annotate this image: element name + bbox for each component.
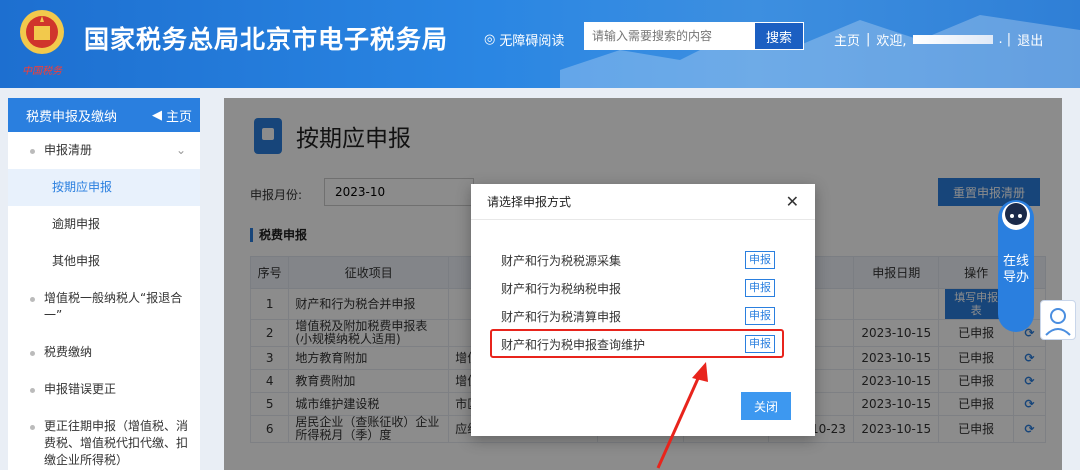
- sidebar-item-label: 更正往期申报（增值税、消费税、增值税代扣代缴、扣缴企业所得税）: [44, 419, 189, 467]
- user-service-icon[interactable]: [1040, 300, 1076, 340]
- sidebar-home-link[interactable]: ◀ 主页: [152, 106, 192, 125]
- welcome-text: 欢迎,: [876, 34, 907, 49]
- user-links: 主页 | 欢迎, . | 退出: [834, 30, 1043, 49]
- tax-emblem-icon: [20, 10, 64, 54]
- sidebar-header: 税费申报及缴纳 ◀ 主页: [8, 98, 200, 132]
- assistant-avatar-icon: [1002, 202, 1030, 230]
- sidebar-title: 税费申报及缴纳: [26, 109, 118, 125]
- online-guide-label: 在线导办: [1002, 254, 1029, 285]
- sidebar-item-label: 增值税一般纳税人“报退合一”: [44, 291, 183, 322]
- red-highlight-box: [490, 329, 784, 358]
- emblem-caption: 中国税务: [22, 66, 62, 77]
- sidebar-item-error-correction[interactable]: 申报错误更正: [8, 371, 200, 408]
- sidebar-item-periodic-declaration[interactable]: 按期应申报: [8, 169, 200, 206]
- close-dialog-button[interactable]: 关闭: [741, 392, 791, 420]
- search-button[interactable]: 搜索: [754, 22, 804, 50]
- sidebar-home-label: 主页: [165, 109, 192, 125]
- option-source-collection: 财产和行为税税源采集: [501, 254, 622, 268]
- sidebar-item-declaration-list[interactable]: 申报清册 ⌄: [8, 132, 200, 169]
- accessibility-link[interactable]: ◎ 无障碍阅读: [484, 30, 564, 49]
- online-guide-widget[interactable]: 在线导办: [998, 200, 1034, 332]
- site-title: 国家税务总局北京市电子税务局: [84, 25, 449, 54]
- sidebar-item-label: 按期应申报: [52, 180, 113, 194]
- close-icon[interactable]: ✕: [786, 192, 799, 211]
- search-input[interactable]: [584, 22, 754, 50]
- sidebar-item-past-correction[interactable]: 更正往期申报（增值税、消费税、增值税代扣代缴、扣缴企业所得税）: [8, 408, 200, 470]
- chevron-down-icon: ⌄: [175, 143, 186, 157]
- sidebar-item-vat-refund[interactable]: 增值税一般纳税人“报退合一”: [8, 280, 200, 334]
- separator: |: [866, 32, 871, 47]
- sidebar-item-label: 税费缴纳: [44, 345, 93, 359]
- dialog-title: 请选择申报方式: [487, 195, 572, 209]
- sidebar: 税费申报及缴纳 ◀ 主页 申报清册 ⌄ 按期应申报 逾期申报 其他申报 增值税一…: [8, 98, 200, 470]
- masked-username: [912, 35, 993, 44]
- accessibility-label: 无障碍阅读: [499, 34, 565, 49]
- sidebar-item-label: 申报错误更正: [44, 382, 117, 396]
- sidebar-item-tax-payment[interactable]: 税费缴纳: [8, 334, 200, 371]
- eye-icon: ◎: [484, 32, 496, 47]
- home-link[interactable]: 主页: [834, 30, 860, 49]
- red-arrow-annotation: [656, 362, 708, 469]
- sidebar-item-label: 申报清册: [44, 143, 93, 157]
- sidebar-item-label: 其他申报: [52, 254, 101, 268]
- dialog-header: 请选择申报方式 ✕: [471, 184, 815, 220]
- option-settlement-declaration: 财产和行为税清算申报: [501, 310, 622, 324]
- back-arrow-icon: ◀: [151, 107, 162, 123]
- declare-settlement-button[interactable]: 申报: [745, 307, 775, 325]
- sidebar-item-overdue-declaration[interactable]: 逾期申报: [8, 206, 200, 243]
- sidebar-item-other-declaration[interactable]: 其他申报: [8, 243, 200, 280]
- option-tax-declaration: 财产和行为税纳税申报: [501, 282, 622, 296]
- logout-link[interactable]: 退出: [1017, 30, 1043, 49]
- separator: . |: [998, 32, 1012, 47]
- site-header: 中国税务 国家税务总局北京市电子税务局 ◎ 无障碍阅读 搜索 主页 | 欢迎, …: [0, 0, 1080, 88]
- declare-source-collection-button[interactable]: 申报: [745, 251, 775, 269]
- sidebar-item-label: 逾期申报: [52, 217, 101, 231]
- declare-tax-button[interactable]: 申报: [745, 279, 775, 297]
